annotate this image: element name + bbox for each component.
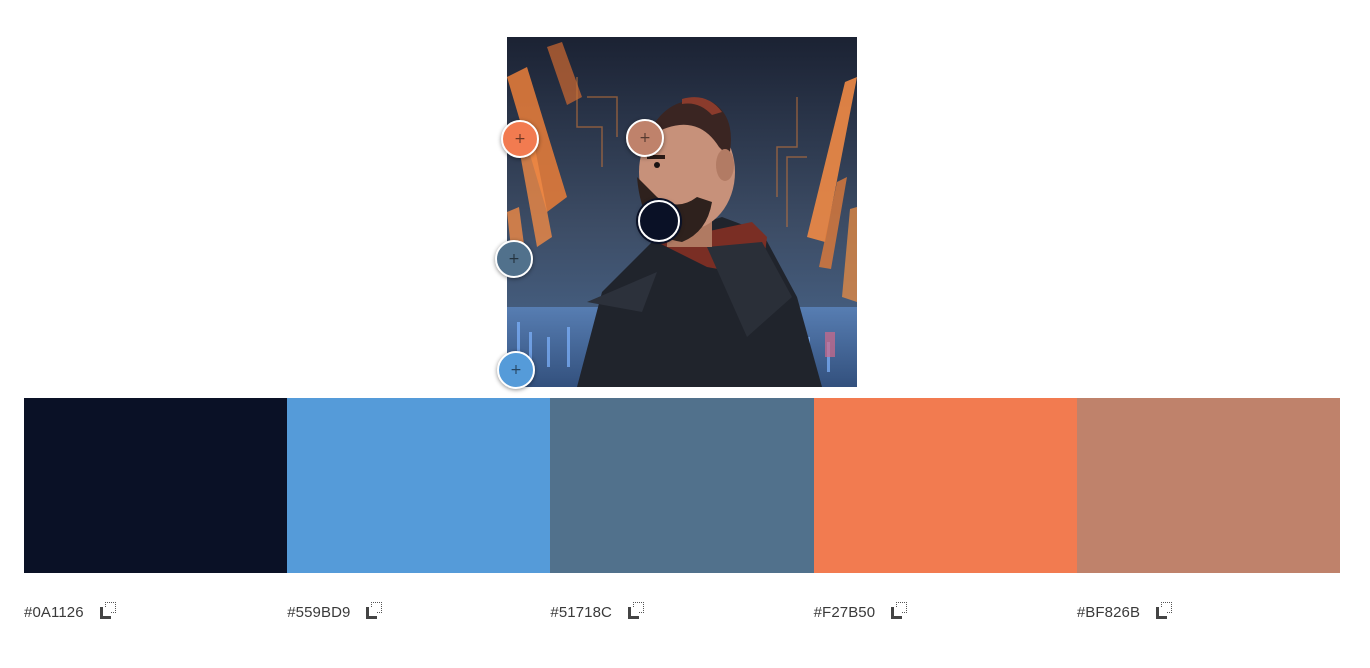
- color-swatch-1[interactable]: [24, 398, 288, 573]
- hex-code-label: #559BD9: [287, 603, 351, 621]
- copy-icon[interactable]: [1154, 601, 1176, 623]
- hex-code-label: #51718C: [550, 603, 612, 621]
- color-swatch-3[interactable]: [550, 398, 814, 573]
- source-image: [507, 37, 857, 387]
- color-picker-handle-tan[interactable]: +: [626, 119, 664, 157]
- copy-icon[interactable]: [889, 601, 911, 623]
- color-swatch-row: [24, 398, 1341, 573]
- color-swatch-2[interactable]: [287, 398, 551, 573]
- hex-code-row: #0A1126 #559BD9 #51718C #F27B50 #BF826B: [24, 598, 1340, 626]
- picker-plus-icon: +: [508, 251, 520, 267]
- color-picker-handle-navy-active[interactable]: [638, 200, 680, 242]
- hex-code-cell: #0A1126: [24, 598, 287, 626]
- hex-code-cell: #559BD9: [287, 598, 550, 626]
- copy-icon[interactable]: [364, 601, 386, 623]
- hex-code-label: #F27B50: [813, 603, 876, 621]
- hex-code-cell: #BF826B: [1077, 598, 1340, 626]
- picker-plus-icon: +: [510, 362, 522, 378]
- hex-code-label: #BF826B: [1076, 603, 1141, 621]
- color-swatch-4[interactable]: [813, 398, 1077, 573]
- copy-icon[interactable]: [98, 601, 120, 623]
- color-picker-handle-orange[interactable]: +: [501, 120, 539, 158]
- color-swatch-5[interactable]: [1076, 398, 1341, 573]
- color-picker-handle-blue[interactable]: +: [497, 351, 535, 389]
- hex-code-label: #0A1126: [24, 603, 84, 621]
- picker-plus-icon: +: [639, 130, 651, 146]
- picker-plus-icon: +: [514, 131, 526, 147]
- hex-code-cell: #F27B50: [814, 598, 1077, 626]
- source-image-illustration: [507, 37, 857, 387]
- hex-code-cell: #51718C: [550, 598, 813, 626]
- color-picker-handle-slate[interactable]: +: [495, 240, 533, 278]
- copy-icon[interactable]: [626, 601, 648, 623]
